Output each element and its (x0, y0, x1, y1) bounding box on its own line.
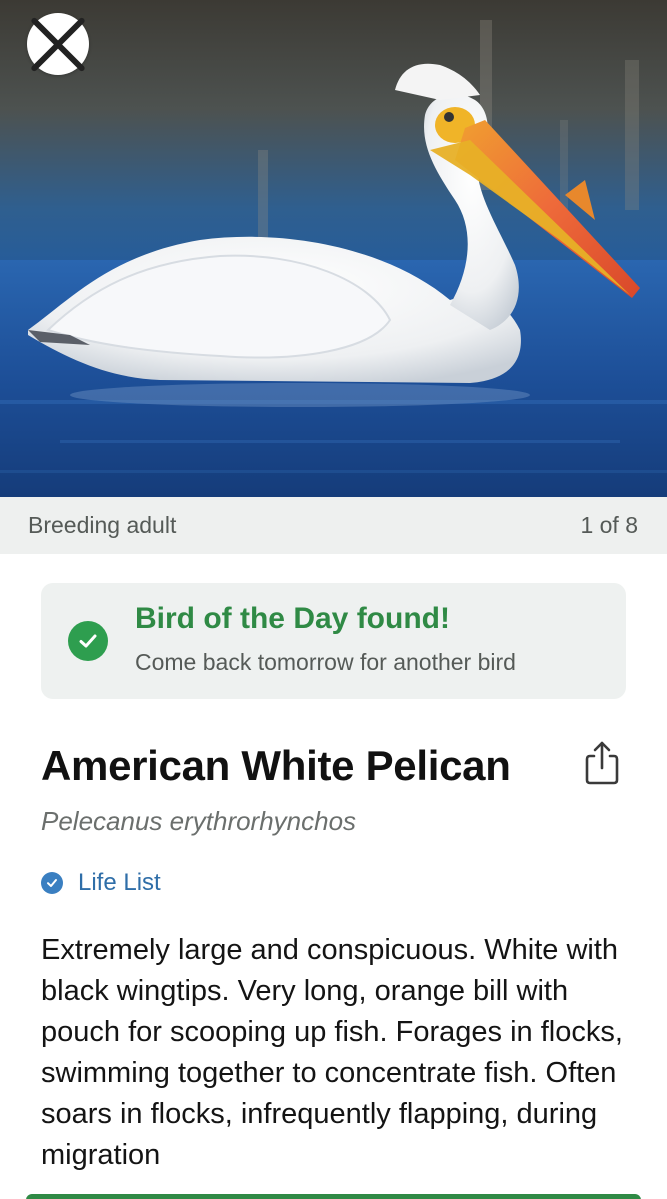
bird-photo[interactable] (0, 0, 667, 497)
close-icon (31, 17, 85, 71)
life-list-badge[interactable]: Life List (41, 868, 161, 898)
bird-detail-screen: Breeding adult 1 of 8 Bird of the Day fo… (0, 0, 667, 1199)
species-scientific-name: Pelecanus erythrorhynchos (41, 806, 357, 836)
bottom-action-button-edge[interactable] (26, 1194, 641, 1199)
pelican-photo-image (0, 0, 667, 497)
check-badge-icon (41, 872, 63, 894)
share-button[interactable] (580, 738, 624, 788)
species-description: Extremely large and conspicuous. White w… (41, 934, 623, 1171)
photo-caption-bar: Breeding adult 1 of 8 (0, 497, 667, 554)
bird-of-the-day-banner: Bird of the Day found! Come back tomorro… (41, 583, 626, 699)
species-common-name: American White Pelican (41, 742, 511, 789)
share-icon (585, 741, 619, 785)
life-list-label: Life List (78, 869, 161, 896)
close-button[interactable] (27, 13, 89, 75)
banner-subtitle: Come back tomorrow for another bird (135, 649, 516, 675)
banner-title: Bird of the Day found! (135, 602, 450, 635)
check-circle-icon (68, 621, 108, 661)
photo-counter: 1 of 8 (580, 512, 638, 538)
photo-caption: Breeding adult (28, 512, 177, 538)
